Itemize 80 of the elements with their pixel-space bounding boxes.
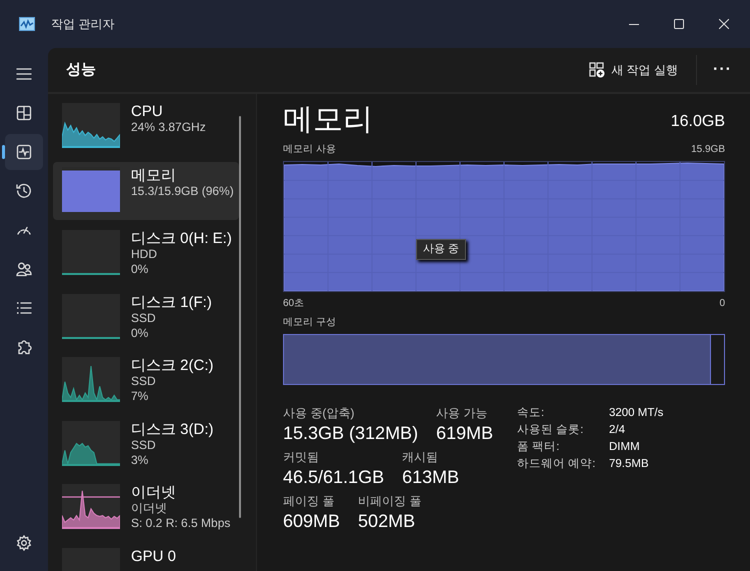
chart-max: 15.9GB: [691, 143, 725, 157]
stat-value: 609MB: [283, 510, 340, 533]
section-title: 메모리: [283, 102, 373, 138]
usage-graph: [62, 357, 120, 402]
device-item[interactable]: 디스크 2(C:) SSD 7%: [53, 352, 239, 410]
usage-graph: [62, 484, 120, 529]
device-item[interactable]: 디스크 3(D:) SSD 3%: [53, 416, 239, 474]
device-item[interactable]: 디스크 1(F:) SSD 0%: [53, 288, 239, 346]
info-label: 사용된 슬롯:: [517, 423, 584, 438]
users-icon: [16, 261, 32, 277]
device-name: 디스크 2(C:): [131, 357, 214, 374]
stat-label: 사용 가능: [436, 405, 488, 421]
device-name: 메모리: [131, 166, 177, 184]
new-task-button[interactable]: 새 작업 실행: [581, 57, 686, 83]
settings-icon: [16, 535, 32, 551]
stat-value: 46.5/61.1GB: [283, 466, 384, 489]
device-detail: 24% 3.87GHz: [131, 120, 206, 135]
device-name: 디스크 3(D:): [131, 420, 214, 438]
total-memory: 16.0GB: [670, 112, 725, 132]
device-item[interactable]: 이더넷 이더넷 S: 0.2 R: 6.5 Mbps: [53, 479, 239, 537]
more-button[interactable]: ···: [703, 58, 742, 82]
grid-icon: [16, 105, 32, 121]
chart-label: 메모리 사용: [283, 143, 336, 157]
info-label: 하드웨어 예약:: [517, 457, 596, 472]
new-task-icon: [589, 62, 606, 78]
scrollbar[interactable]: [239, 116, 241, 518]
menu-icon: [16, 66, 32, 82]
device-name: GPU 0: [131, 548, 176, 564]
usage-graph: [62, 294, 120, 338]
info-value: 79.5MB: [609, 457, 649, 472]
device-detail: SSD: [131, 374, 157, 389]
stat-label: 캐시됨: [402, 449, 440, 465]
device-item[interactable]: CPU 24% 3.87GHz: [53, 98, 239, 156]
activity-icon: [16, 144, 32, 160]
device-item[interactable]: 디스크 0(H: E:) HDD 0%: [53, 225, 239, 283]
axis-label: 0: [719, 297, 725, 311]
tooltip: 사용 중: [416, 239, 466, 260]
app-icon: [19, 17, 35, 31]
device-name: 디스크 0(H: E:): [131, 230, 232, 247]
device-detail: 15.3/15.9GB (96%): [131, 184, 234, 198]
usage-graph: [62, 420, 120, 466]
device-detail: 0%: [131, 262, 150, 277]
stat-value: 15.3GB (312MB): [283, 422, 418, 445]
page-title: 성능: [66, 60, 96, 80]
device-detail: 7%: [131, 389, 150, 404]
maximize-icon: [674, 19, 684, 29]
device-name: CPU: [131, 103, 164, 120]
device-name: 이더넷: [131, 484, 177, 501]
info-label: 속도:: [517, 406, 546, 421]
history-icon: [16, 183, 32, 199]
device-name: 디스크 1(F:): [131, 294, 212, 310]
chart-label: 메모리 구성: [283, 316, 337, 330]
usage-graph: [62, 103, 120, 148]
close-icon: [718, 19, 728, 29]
device-detail: 0%: [131, 326, 150, 340]
device-item[interactable]: 메모리 15.3/15.9GB (96%): [53, 162, 239, 220]
stat-value: 502MB: [358, 510, 416, 533]
info-value: 2/4: [609, 423, 625, 438]
info-label: 폼 팩터:: [517, 440, 560, 455]
device-detail: S: 0.2 R: 6.5 Mbps: [131, 516, 230, 531]
stat-label: 커밋됨: [283, 449, 320, 465]
device-detail: SSD: [131, 310, 157, 326]
device-detail: 이더넷: [131, 501, 168, 516]
usage-graph: [62, 230, 120, 275]
info-value: DIMM: [609, 440, 640, 455]
window-title: 작업 관리자: [51, 16, 114, 33]
stat-label: 비페이징 풀: [358, 493, 422, 509]
device-item[interactable]: GPU 0: [53, 542, 239, 571]
puzzle-icon: [16, 339, 32, 355]
stat-value: 613MB: [402, 466, 460, 489]
device-detail: SSD: [131, 438, 157, 452]
stat-label: 사용 중(압축): [283, 405, 356, 421]
activity-button[interactable]: [5, 134, 43, 170]
device-detail: HDD: [131, 247, 158, 262]
stat-label: 페이징 풀: [283, 493, 336, 509]
stat-value: 619MB: [436, 422, 494, 445]
device-detail: 3%: [131, 452, 150, 468]
list-icon: [16, 300, 32, 316]
axis-label: 60초: [283, 297, 304, 311]
info-value: 3200 MT/s: [609, 406, 664, 421]
